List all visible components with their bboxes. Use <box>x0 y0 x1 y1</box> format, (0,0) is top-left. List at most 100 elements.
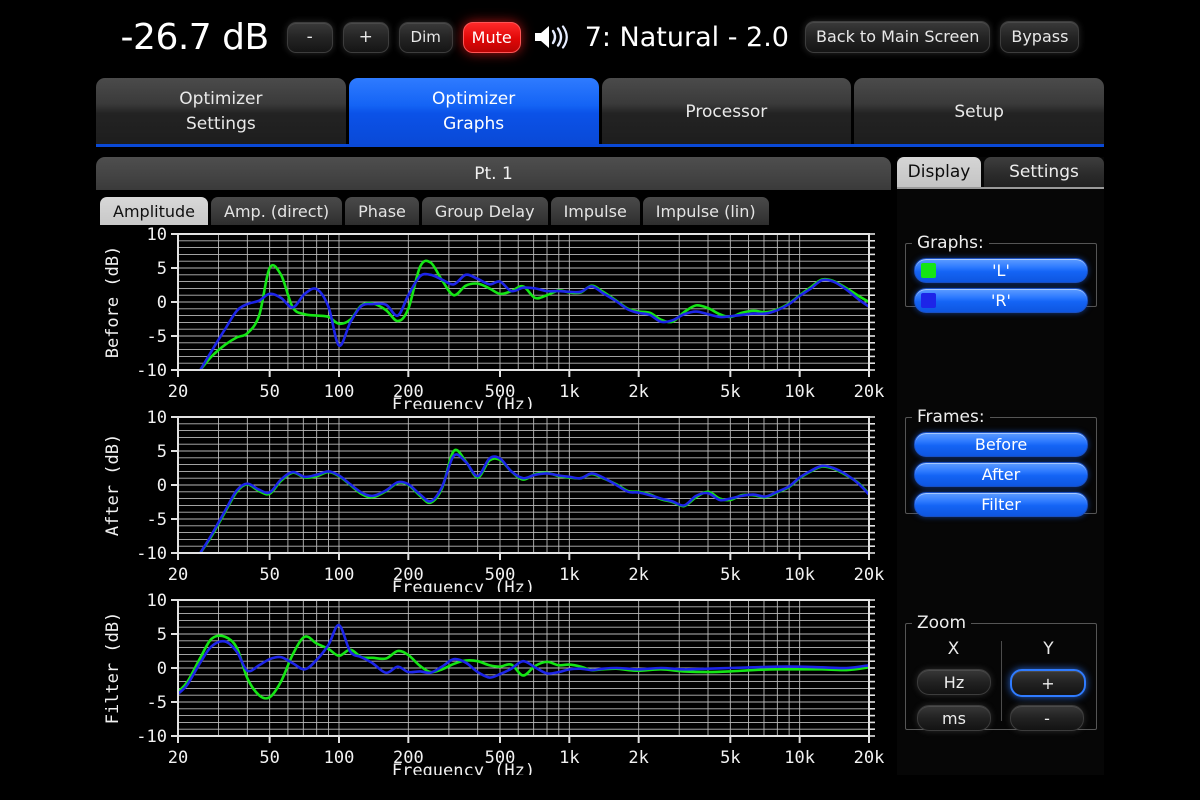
svg-text:50: 50 <box>259 748 279 768</box>
svg-text:-5: -5 <box>147 327 167 347</box>
frame-button-filter[interactable]: Filter <box>914 492 1088 517</box>
frame-button-before[interactable]: Before <box>914 432 1088 457</box>
zoom-y-header: Y <box>1043 639 1054 659</box>
svg-text:100: 100 <box>324 382 355 402</box>
svg-text:-5: -5 <box>147 693 167 713</box>
zoom-x-hz-button[interactable]: Hz <box>917 669 991 695</box>
frames-group-label: Frames: <box>917 407 985 427</box>
frames-group: Frames: Before After Filter <box>905 407 1097 517</box>
svg-text:10: 10 <box>147 592 167 611</box>
active-tab-underline <box>96 144 1104 147</box>
svg-text:10k: 10k <box>784 748 815 768</box>
svg-text:1k: 1k <box>559 748 579 768</box>
svg-text:100: 100 <box>324 748 355 768</box>
tab-line-1: Setup <box>954 101 1004 122</box>
svg-text:20: 20 <box>168 565 188 585</box>
zoom-y-increase-button[interactable]: + <box>1010 669 1086 697</box>
svg-text:2k: 2k <box>628 382 648 402</box>
svg-text:5k: 5k <box>720 748 740 768</box>
plot-before: -10-5051020 50 100 200 500 1k 2k 5k 10k 20kFreque… <box>96 226 891 409</box>
left-channel-color-swatch <box>921 263 936 278</box>
measurement-point-bar[interactable]: Pt. 1 <box>96 157 891 190</box>
svg-text:-10: -10 <box>136 361 167 381</box>
svg-text:-5: -5 <box>147 510 167 530</box>
graph-toggle-right[interactable]: 'R' <box>914 288 1088 313</box>
volume-decrease-button[interactable]: - <box>286 21 333 53</box>
svg-text:5: 5 <box>157 259 167 279</box>
plot-filter: -10-5051020 50 100 200 500 1k 2k 5k 10k 20kFreque… <box>96 592 891 775</box>
plot-after: -10-5051020 50 100 200 500 1k 2k 5k 10k 20kFreque… <box>96 409 891 592</box>
tab-line-1: Optimizer <box>432 89 516 109</box>
volume-level-readout: -26.7 dB <box>120 16 270 58</box>
svg-text:20: 20 <box>168 382 188 402</box>
svg-text:Frequency (Hz): Frequency (Hz) <box>392 395 535 409</box>
right-tab-underline <box>897 187 1104 189</box>
svg-text:20k: 20k <box>854 382 885 402</box>
top-toolbar: -26.7 dB - + Dim Mute 7: Natural - 2.0 B… <box>0 0 1200 74</box>
svg-text:After (dB): After (dB) <box>103 434 123 536</box>
tab-line-1: Optimizer <box>179 89 263 109</box>
svg-text:Frequency (Hz): Frequency (Hz) <box>392 578 535 592</box>
graph-filter[interactable]: -10 -5 0 5 10 20 50 100 200 500 1k 2k 5k 10k 20k Freque… <box>96 592 891 775</box>
tab-line-2: Graphs <box>443 114 505 134</box>
right-tab-settings[interactable]: Settings <box>984 157 1104 187</box>
app-window: -26.7 dB - + Dim Mute 7: Natural - 2.0 B… <box>0 0 1200 800</box>
speaker-icon <box>531 23 571 51</box>
svg-text:20k: 20k <box>854 565 885 585</box>
mute-button[interactable]: Mute <box>462 21 521 53</box>
tab-line-1: Processor <box>685 101 768 122</box>
graph-toggle-right-label: 'R' <box>991 291 1011 310</box>
svg-text:10: 10 <box>147 226 167 245</box>
svg-text:50: 50 <box>259 565 279 585</box>
tab-optimizer-settings[interactable]: Optimizer Settings <box>96 78 346 146</box>
zoom-group-label: Zoom <box>917 613 967 633</box>
svg-text:Filter (dB): Filter (dB) <box>103 612 123 725</box>
svg-text:0: 0 <box>157 476 167 496</box>
svg-text:5k: 5k <box>720 565 740 585</box>
subtab-phase[interactable]: Phase <box>345 197 419 225</box>
volume-increase-button[interactable]: + <box>342 21 389 53</box>
graph-toggle-left[interactable]: 'L' <box>914 258 1088 283</box>
right-tab-display[interactable]: Display <box>897 157 981 187</box>
svg-text:1k: 1k <box>559 565 579 585</box>
subtab-amp-direct[interactable]: Amp. (direct) <box>211 197 343 225</box>
bypass-button[interactable]: Bypass <box>1000 21 1080 53</box>
back-to-main-screen-button[interactable]: Back to Main Screen <box>804 21 991 53</box>
zoom-y-decrease-button[interactable]: - <box>1010 705 1084 731</box>
svg-text:0: 0 <box>157 659 167 679</box>
graphs-group-label: Graphs: <box>917 233 984 253</box>
graph-before[interactable]: -10 -5 0 5 10 20 50 100 200 500 1k 2k 5k 10k 20k Freque… <box>96 226 891 409</box>
subtab-amplitude[interactable]: Amplitude <box>100 197 208 225</box>
svg-text:10k: 10k <box>784 382 815 402</box>
display-settings-panel: Display Settings Graphs: 'L' 'R' Frames:… <box>897 157 1104 775</box>
zoom-x-ms-button[interactable]: ms <box>917 705 991 731</box>
tab-optimizer-graphs[interactable]: Optimizer Graphs <box>348 78 599 146</box>
tab-setup[interactable]: Setup <box>854 78 1104 146</box>
subtab-group-delay[interactable]: Group Delay <box>421 197 548 225</box>
dim-button[interactable]: Dim <box>398 21 453 53</box>
svg-text:Before (dB): Before (dB) <box>103 246 123 359</box>
zoom-group: Zoom X Y Hz ms + - <box>905 613 1097 731</box>
graph-toggle-left-label: 'L' <box>992 261 1010 280</box>
svg-text:20k: 20k <box>854 748 885 768</box>
tab-line-2: Settings <box>186 114 256 134</box>
graphs-group: Graphs: 'L' 'R' <box>905 233 1097 313</box>
subtab-impulse[interactable]: Impulse <box>550 197 640 225</box>
svg-text:Frequency (Hz): Frequency (Hz) <box>392 761 535 775</box>
frame-button-after[interactable]: After <box>914 462 1088 487</box>
svg-text:5: 5 <box>157 625 167 645</box>
tab-processor[interactable]: Processor <box>601 78 852 146</box>
svg-text:-10: -10 <box>136 544 167 564</box>
svg-text:10k: 10k <box>784 565 815 585</box>
graph-stack: -10 -5 0 5 10 20 50 100 200 500 1k 2k 5k 10k 20k Freque… <box>96 226 891 775</box>
svg-text:5: 5 <box>157 442 167 462</box>
svg-text:2k: 2k <box>628 565 648 585</box>
right-panel-tab-bar: Display Settings <box>897 157 1104 187</box>
graph-after[interactable]: -10 -5 0 5 10 20 50 100 200 500 1k 2k 5k 10k 20k Freque… <box>96 409 891 592</box>
svg-text:5k: 5k <box>720 382 740 402</box>
svg-text:-10: -10 <box>136 727 167 747</box>
subtab-impulse-lin[interactable]: Impulse (lin) <box>642 197 769 225</box>
main-tab-bar: Optimizer Settings Optimizer Graphs Proc… <box>96 78 1104 146</box>
zoom-x-header: X <box>947 639 960 659</box>
svg-text:1k: 1k <box>559 382 579 402</box>
